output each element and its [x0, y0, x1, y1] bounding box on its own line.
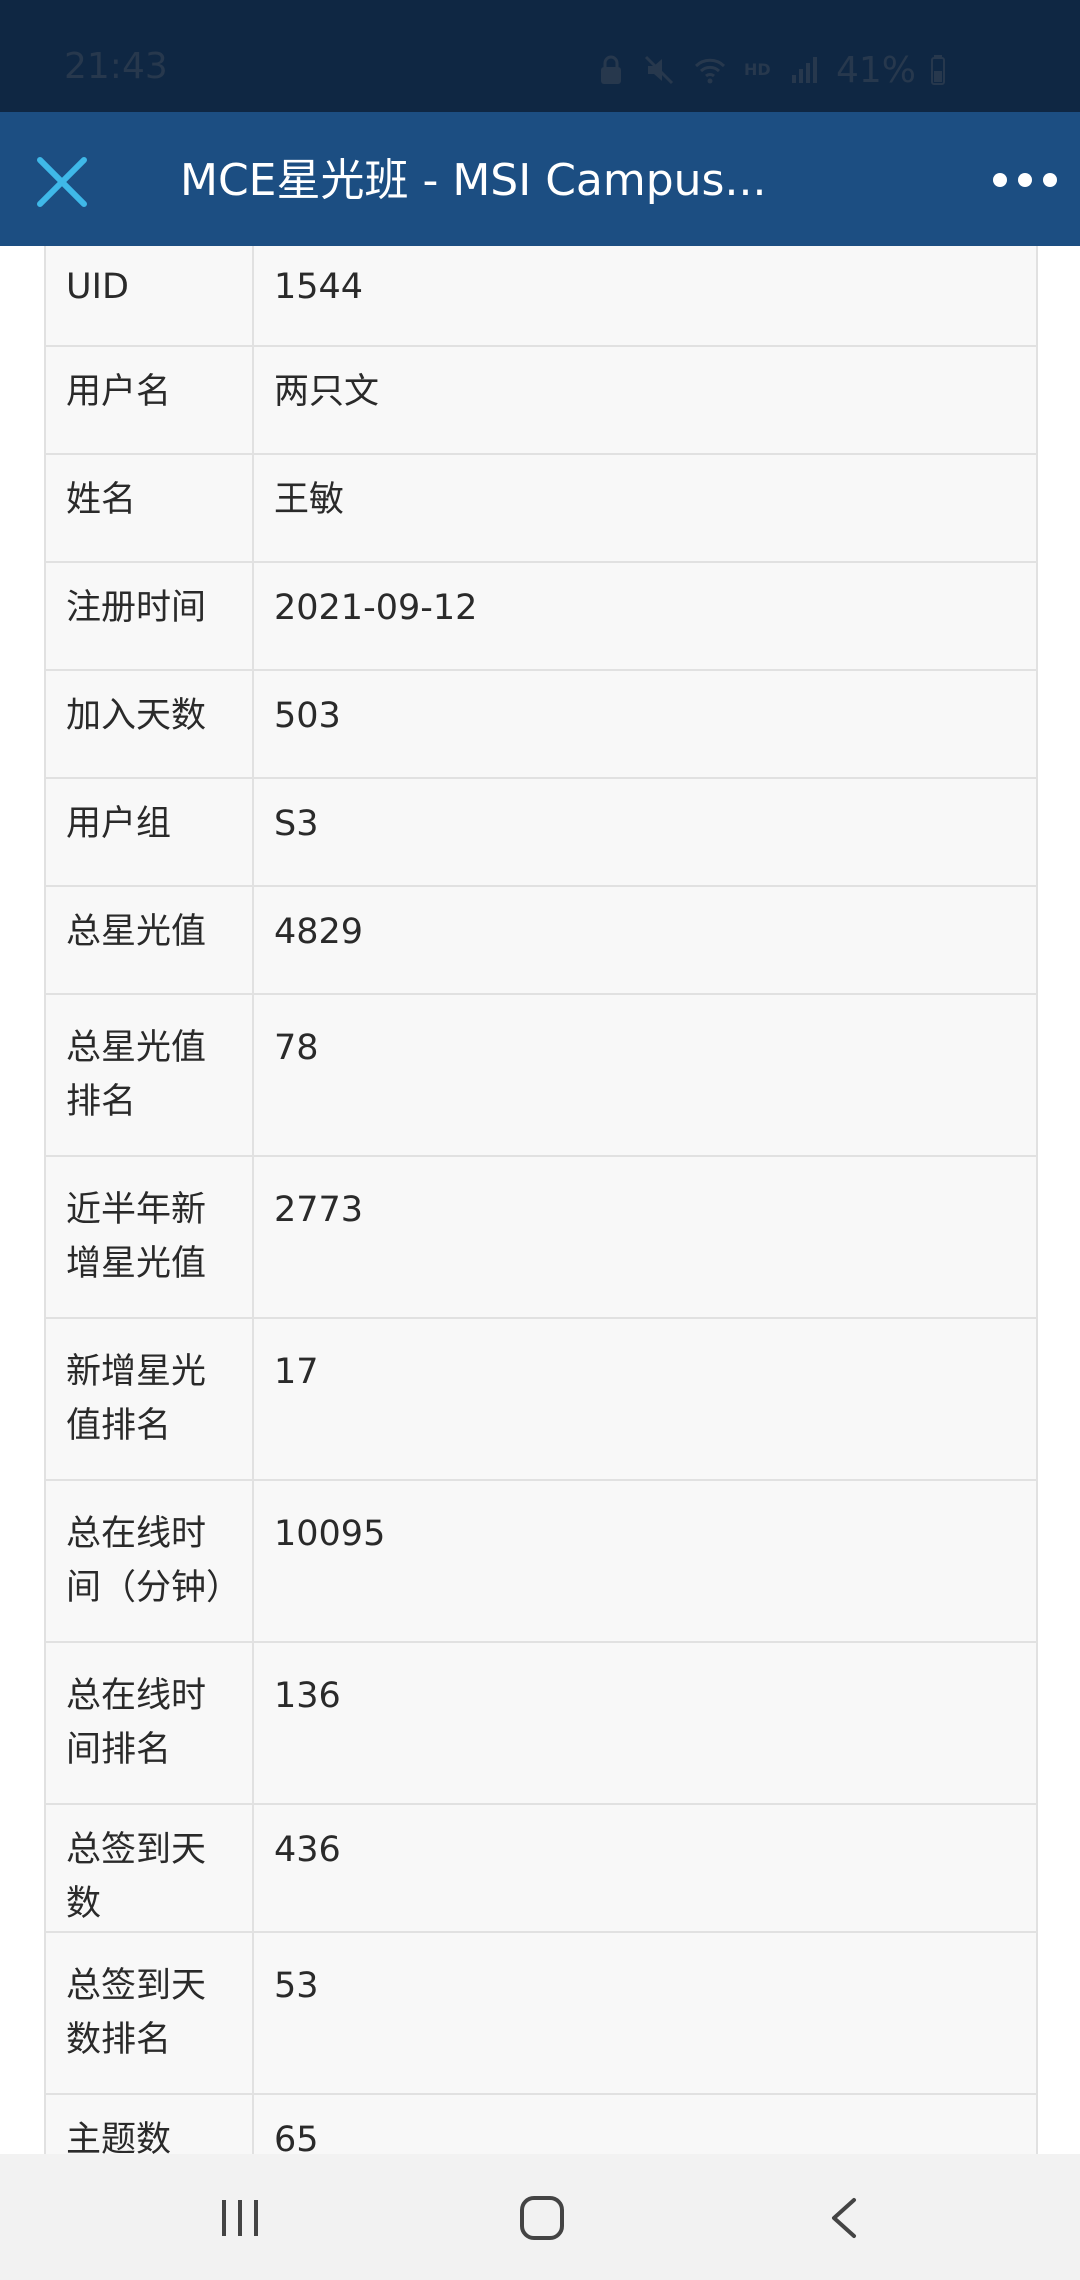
- row-value: 503: [252, 669, 1038, 779]
- row-label: 主题数: [44, 2093, 254, 2154]
- row-label: 总星光值排名: [44, 993, 254, 1157]
- row-label: 总在线时间（分钟）: [44, 1479, 254, 1643]
- table-row: 用户名 两只文: [44, 345, 1038, 455]
- battery-level: 41%: [836, 49, 917, 91]
- profile-table: UID 1544 用户名 两只文 姓名 王敏 注册时间 2021-09-12 加…: [44, 246, 1038, 2154]
- recent-apps-icon[interactable]: [218, 2196, 262, 2240]
- lock-icon: [601, 55, 621, 84]
- row-label: 用户名: [44, 345, 254, 455]
- system-nav-bar: [0, 2154, 1080, 2280]
- row-value: S3: [252, 777, 1038, 887]
- table-row: 总星光值排名 78: [44, 993, 1038, 1157]
- status-bar: 21:43 HD 41%: [0, 0, 1080, 112]
- table-row: 注册时间 2021-09-12: [44, 561, 1038, 671]
- hd-icon: HD: [744, 60, 771, 79]
- home-icon[interactable]: [518, 2194, 566, 2242]
- table-row: 主题数 65: [44, 2093, 1038, 2154]
- row-value: 2021-09-12: [252, 561, 1038, 671]
- row-label: 总在线时间排名: [44, 1641, 254, 1805]
- row-value: 65: [252, 2093, 1038, 2154]
- row-value: 4829: [252, 885, 1038, 995]
- mute-icon: [644, 55, 674, 85]
- table-row: 总签到天数排名 53: [44, 1931, 1038, 2095]
- profile-content: UID 1544 用户名 两只文 姓名 王敏 注册时间 2021-09-12 加…: [0, 246, 1080, 2154]
- row-value: 王敏: [252, 453, 1038, 563]
- status-icons: HD 41%: [594, 48, 950, 92]
- table-row: 总签到天数 436: [44, 1803, 1038, 1933]
- page-title: MCE星光班 - MSI Campus...: [180, 155, 767, 206]
- table-row: UID 1544: [44, 246, 1038, 347]
- row-label: 加入天数: [44, 669, 254, 779]
- row-value: 10095: [252, 1479, 1038, 1643]
- row-label: 总签到天数: [44, 1803, 254, 1933]
- table-row: 总在线时间排名 136: [44, 1641, 1038, 1805]
- row-value: 两只文: [252, 345, 1038, 455]
- row-label: 用户组: [44, 777, 254, 887]
- row-value: 53: [252, 1931, 1038, 2095]
- table-row: 姓名 王敏: [44, 453, 1038, 563]
- row-value: 436: [252, 1803, 1038, 1933]
- table-row: 用户组 S3: [44, 777, 1038, 887]
- close-icon[interactable]: [30, 150, 94, 214]
- table-row: 近半年新增星光值 2773: [44, 1155, 1038, 1319]
- table-row: 总在线时间（分钟） 10095: [44, 1479, 1038, 1643]
- row-label: 近半年新增星光值: [44, 1155, 254, 1319]
- table-row: 加入天数 503: [44, 669, 1038, 779]
- table-row: 新增星光值排名 17: [44, 1317, 1038, 1481]
- row-label: 总星光值: [44, 885, 254, 995]
- row-label: 总签到天数排名: [44, 1931, 254, 2095]
- more-icon[interactable]: [990, 160, 1060, 200]
- row-label: UID: [44, 246, 254, 347]
- row-value: 1544: [252, 246, 1038, 347]
- row-value: 136: [252, 1641, 1038, 1805]
- row-value: 2773: [252, 1155, 1038, 1319]
- signal-icon: [792, 57, 817, 83]
- row-label: 注册时间: [44, 561, 254, 671]
- back-icon[interactable]: [826, 2196, 862, 2240]
- row-label: 姓名: [44, 453, 254, 563]
- status-time: 21:43: [64, 46, 168, 87]
- battery-icon: [931, 55, 946, 85]
- row-label: 新增星光值排名: [44, 1317, 254, 1481]
- wifi-icon: [694, 58, 726, 84]
- row-value: 78: [252, 993, 1038, 1157]
- row-value: 17: [252, 1317, 1038, 1481]
- table-row: 总星光值 4829: [44, 885, 1038, 995]
